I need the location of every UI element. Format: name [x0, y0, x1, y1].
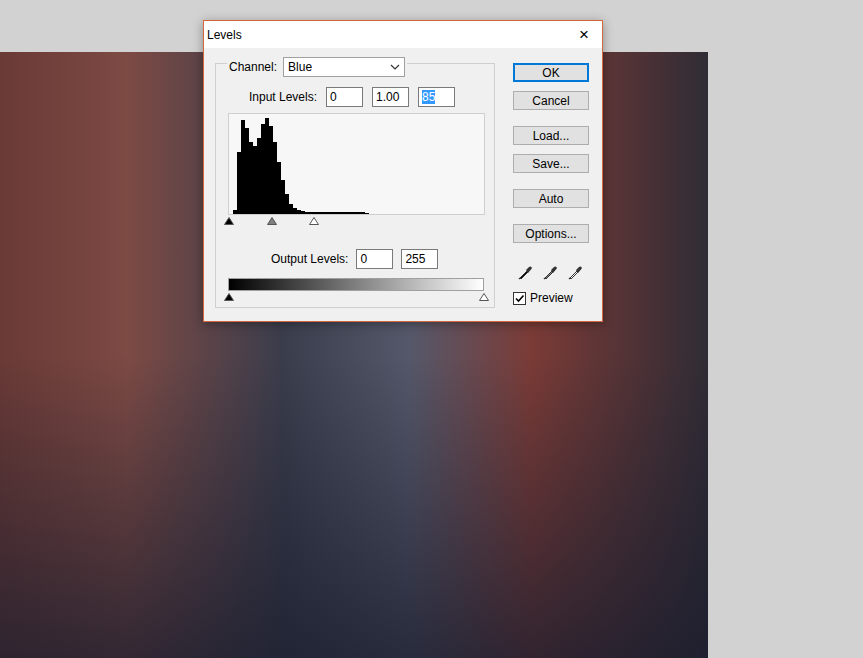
output-level-value: 0	[360, 252, 367, 266]
button-label: OK	[542, 66, 559, 80]
histogram-bar	[365, 213, 369, 214]
channel-select[interactable]: Blue	[283, 57, 405, 77]
button-label: Cancel	[532, 94, 569, 108]
output-level-field[interactable]: 255	[401, 249, 438, 269]
input-level-value: 1.00	[376, 90, 399, 104]
preview-label: Preview	[530, 291, 573, 305]
button-label: Auto	[539, 192, 564, 206]
white-output-slider[interactable]	[479, 293, 489, 301]
preview-checkbox-row[interactable]: Preview	[513, 291, 589, 305]
histogram	[228, 113, 485, 215]
button-label: Options...	[525, 227, 576, 241]
levels-dialog: Levels × Channel: Blue Input Levels: 0 1.00 85 O…	[203, 20, 603, 322]
black-eyedropper-icon[interactable]	[517, 265, 533, 281]
input-levels-row: Input Levels: 0 1.00 85	[249, 87, 494, 107]
dialog-button[interactable]: Options...	[513, 224, 589, 243]
preview-checkbox[interactable]	[513, 292, 526, 305]
input-slider-track	[228, 217, 485, 227]
input-level-field[interactable]: 0	[326, 87, 363, 107]
close-button[interactable]: ×	[572, 25, 596, 45]
title-bar: Levels ×	[204, 21, 602, 48]
dialog-button[interactable]: Load...	[513, 126, 589, 145]
input-levels-label: Input Levels:	[249, 90, 317, 104]
eyedropper-group	[517, 265, 589, 281]
dialog-body: Channel: Blue Input Levels: 0 1.00 85 Output L…	[204, 48, 602, 321]
button-label: Save...	[532, 157, 569, 171]
levels-group: Channel: Blue Input Levels: 0 1.00 85 Output L…	[215, 63, 495, 308]
white-input-slider[interactable]	[309, 217, 319, 225]
black-output-slider[interactable]	[224, 293, 234, 301]
output-gradient	[228, 278, 484, 291]
channel-row: Channel: Blue	[227, 57, 407, 77]
button-column: OK Cancel Load... Save... Auto Options... Prev…	[513, 63, 589, 313]
dialog-button[interactable]: Save...	[513, 154, 589, 173]
check-icon[interactable]	[514, 293, 525, 304]
channel-label: Channel:	[229, 60, 277, 74]
input-level-value: 85	[422, 90, 435, 104]
output-levels-row: Output Levels: 0 255	[271, 249, 494, 269]
output-slider-track	[228, 293, 485, 303]
gray-eyedropper-icon[interactable]	[542, 265, 558, 281]
channel-value: Blue	[288, 60, 312, 74]
dialog-button[interactable]: Auto	[513, 189, 589, 208]
button-label: Load...	[533, 129, 570, 143]
window-title: Levels	[207, 28, 242, 42]
output-level-field[interactable]: 0	[356, 249, 393, 269]
dialog-button[interactable]: OK	[513, 63, 589, 82]
black-input-slider[interactable]	[224, 217, 234, 225]
chevron-icon[interactable]	[390, 64, 400, 70]
gray-input-slider[interactable]	[267, 217, 277, 225]
white-eyedropper-icon[interactable]	[567, 265, 583, 281]
output-level-value: 255	[405, 252, 425, 266]
input-level-field[interactable]: 1.00	[372, 87, 409, 107]
output-levels-label: Output Levels:	[271, 252, 348, 266]
input-level-field[interactable]: 85	[418, 87, 455, 107]
input-level-value: 0	[330, 90, 337, 104]
dialog-button[interactable]: Cancel	[513, 91, 589, 110]
